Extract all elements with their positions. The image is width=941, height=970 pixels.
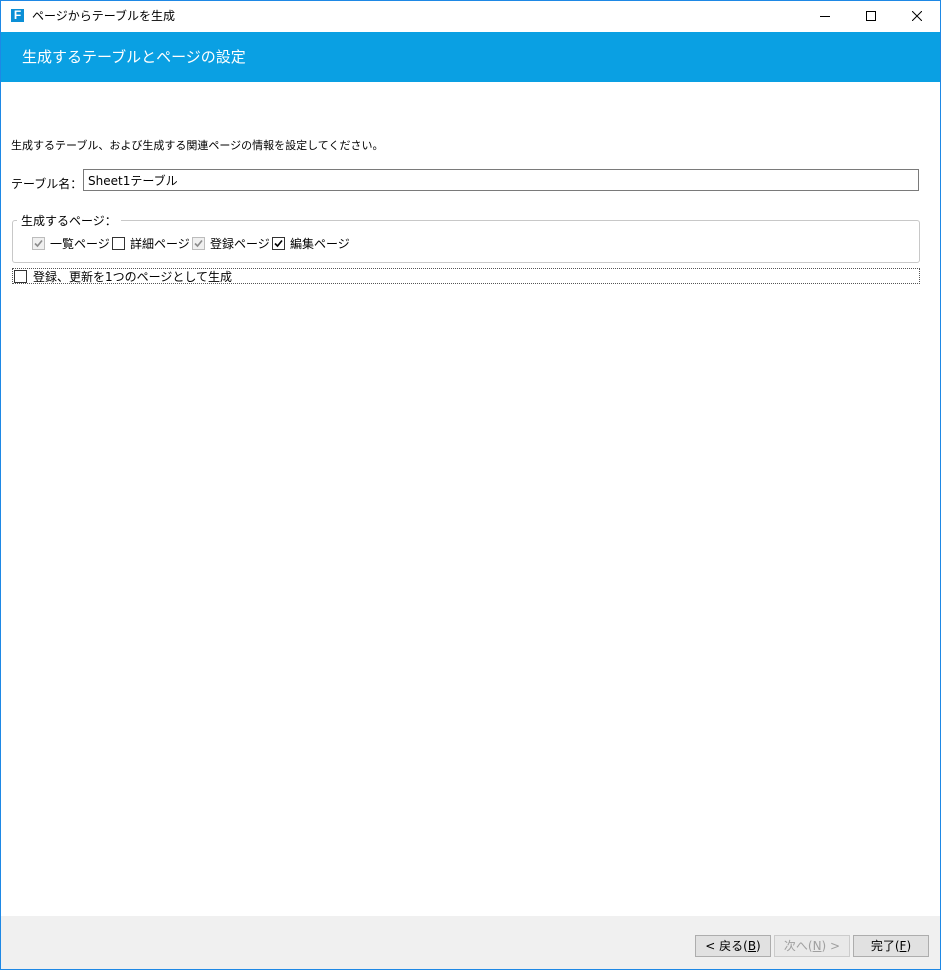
instruction-text: 生成するテーブル、および生成する関連ページの情報を設定してください。: [11, 139, 384, 152]
wizard-footer: < 戻る(B) 次へ(N) > 完了(F): [1, 916, 940, 969]
page-option-detail[interactable]: 詳細ページ: [112, 235, 190, 251]
table-name-label: テーブル名：: [11, 177, 83, 191]
register-page-label: 登録ページ: [210, 236, 270, 251]
register-page-checkbox[interactable]: [192, 236, 205, 250]
table-name-input[interactable]: [83, 169, 919, 191]
title-bar: F ページからテーブルを生成: [1, 1, 940, 31]
checkmark-icon: [34, 239, 43, 247]
minimize-button[interactable]: [802, 1, 848, 31]
finish-button-suffix: ): [906, 939, 912, 953]
window-title: ページからテーブルを生成: [32, 9, 176, 23]
page-option-register[interactable]: 登録ページ: [192, 235, 270, 251]
page-option-edit[interactable]: 編集ページ: [272, 235, 350, 251]
back-button-accesskey: B: [747, 939, 757, 953]
single-page-option[interactable]: 登録、更新を1つのページとして生成: [12, 268, 920, 284]
wizard-header: 生成するテーブルとページの設定: [1, 32, 940, 82]
finish-button[interactable]: 完了(F): [853, 935, 929, 957]
pages-group-label: 生成するページ：: [17, 212, 121, 229]
back-button[interactable]: < 戻る(B): [695, 935, 771, 957]
single-page-label: 登録、更新を1つのページとして生成: [33, 270, 233, 284]
next-button-prefix: 次へ(: [783, 939, 813, 953]
page-option-list[interactable]: 一覧ページ: [32, 235, 110, 251]
edit-page-checkbox[interactable]: [272, 236, 285, 250]
list-page-label: 一覧ページ: [50, 236, 110, 251]
header-title: 生成するテーブルとページの設定: [22, 48, 246, 66]
minimize-icon: [820, 16, 830, 17]
checkmark-icon: [274, 239, 283, 247]
list-page-checkbox[interactable]: [32, 236, 45, 250]
next-button-accesskey: N: [812, 939, 822, 953]
checkmark-icon: [194, 239, 203, 247]
next-button-suffix: ) >: [821, 939, 841, 953]
edit-page-label: 編集ページ: [290, 236, 350, 251]
detail-page-checkbox[interactable]: [112, 236, 125, 250]
maximize-icon: [866, 11, 876, 21]
next-button[interactable]: 次へ(N) >: [774, 935, 850, 957]
single-page-checkbox[interactable]: [14, 270, 27, 283]
back-button-prefix: < 戻る(: [705, 939, 748, 953]
back-button-suffix: ): [756, 939, 761, 953]
finish-button-prefix: 完了(: [870, 939, 900, 953]
detail-page-label: 詳細ページ: [130, 236, 190, 251]
dialog-window: F ページからテーブルを生成 生成するテーブルとページの設定 生成するテーブル、…: [0, 0, 941, 970]
close-button[interactable]: [894, 1, 940, 31]
app-logo-icon: F: [11, 9, 24, 22]
maximize-button[interactable]: [848, 1, 894, 31]
close-icon: [912, 11, 922, 21]
